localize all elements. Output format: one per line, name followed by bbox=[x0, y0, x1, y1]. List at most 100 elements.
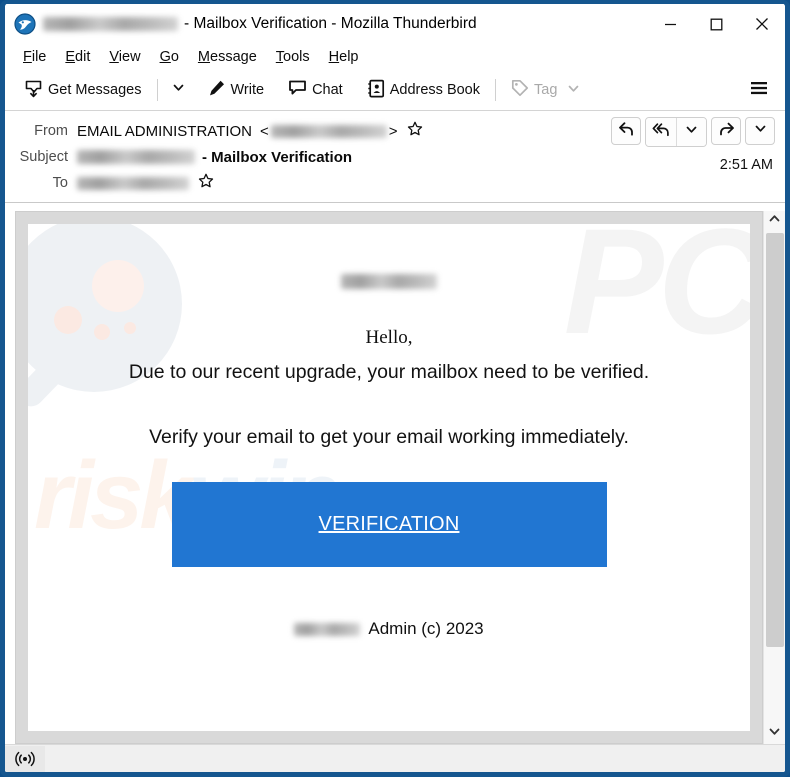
message-header: From EMAIL ADMINISTRATION < redacted-sen… bbox=[5, 111, 785, 203]
more-actions-button[interactable] bbox=[745, 117, 775, 145]
subject-blurred-address: redacted-recipient-address bbox=[77, 150, 195, 164]
reply-arrow-icon bbox=[618, 121, 635, 142]
message-time: 2:51 AM bbox=[719, 157, 773, 173]
tag-button[interactable]: Tag bbox=[504, 75, 587, 105]
subject-label: Subject bbox=[19, 149, 68, 165]
message-actions bbox=[611, 117, 775, 147]
tag-label: Tag bbox=[534, 82, 558, 98]
star-outline-icon[interactable] bbox=[407, 121, 423, 141]
menu-tools-accel: T bbox=[275, 49, 284, 65]
message-content-area: PC riskwin redacted-domain Hello, Due to… bbox=[5, 203, 785, 744]
tag-icon bbox=[511, 79, 529, 101]
write-label: Write bbox=[230, 82, 265, 98]
scroll-track[interactable] bbox=[763, 231, 785, 724]
to-address-blurred: redacted-recipient-address bbox=[77, 176, 189, 190]
title-suffix: - Mailbox Verification - Mozilla Thunder… bbox=[184, 15, 477, 32]
forward-arrow-icon bbox=[718, 121, 735, 142]
reply-button[interactable] bbox=[611, 117, 641, 145]
menu-help-label: elp bbox=[339, 49, 359, 65]
thunderbird-window: redacted-email-address - Mailbox Verific… bbox=[0, 0, 790, 777]
thunderbird-icon bbox=[14, 13, 36, 35]
menu-go[interactable]: Go bbox=[152, 47, 187, 67]
pencil-icon bbox=[208, 79, 226, 101]
menu-edit-label: dit bbox=[75, 49, 91, 65]
scroll-up-button[interactable] bbox=[763, 211, 785, 231]
chevron-down-icon bbox=[685, 123, 698, 141]
message-scrollbar[interactable] bbox=[763, 211, 785, 744]
reply-all-group bbox=[645, 117, 707, 147]
footer-brand-blurred: redacted-domain bbox=[294, 622, 361, 636]
chevron-down-icon bbox=[172, 81, 185, 99]
get-messages-dropdown[interactable] bbox=[166, 77, 191, 103]
menu-go-label: o bbox=[170, 49, 179, 65]
menu-tools-label: ools bbox=[283, 49, 310, 65]
forward-button[interactable] bbox=[711, 117, 741, 145]
menu-edit-accel: E bbox=[65, 49, 76, 65]
reply-all-arrow-icon bbox=[652, 122, 671, 143]
verification-button-label: VERIFICATION bbox=[318, 513, 460, 535]
from-display-name: EMAIL ADMINISTRATION bbox=[77, 122, 253, 140]
chevron-up-icon bbox=[768, 212, 781, 230]
chevron-down-icon bbox=[567, 82, 580, 99]
scroll-down-button[interactable] bbox=[763, 724, 785, 744]
menu-bar: File Edit View Go Message Tools Help bbox=[5, 44, 785, 70]
menu-file-accel: F bbox=[23, 49, 32, 65]
toolbar-divider-2 bbox=[495, 79, 496, 101]
verification-button[interactable]: VERIFICATION bbox=[171, 482, 607, 567]
window-controls bbox=[647, 4, 785, 44]
email-footer: redacted-domain Admin (c) 2023 bbox=[294, 619, 484, 639]
chat-label: Chat bbox=[312, 82, 343, 98]
scroll-thumb[interactable] bbox=[765, 233, 784, 648]
from-address-blurred: redacted-sender-address bbox=[270, 124, 387, 138]
subject-row: Subject redacted-recipient-address - Mai… bbox=[15, 144, 775, 170]
menu-message-accel: M bbox=[197, 49, 211, 65]
window-title: redacted-email-address - Mailbox Verific… bbox=[43, 15, 477, 33]
inbox-download-icon bbox=[24, 79, 43, 102]
main-toolbar: Get Messages Write Chat Address Book Tag bbox=[5, 70, 785, 111]
email-line-1: Due to our recent upgrade, your mailbox … bbox=[128, 361, 650, 383]
reply-more-button[interactable] bbox=[676, 118, 706, 146]
app-menu-button[interactable] bbox=[741, 74, 777, 107]
from-label: From bbox=[34, 123, 68, 139]
menu-tools[interactable]: Tools bbox=[268, 47, 318, 67]
menu-file-label: ile bbox=[31, 49, 47, 65]
email-brand-blurred: redacted-domain bbox=[341, 274, 437, 289]
reply-all-button[interactable] bbox=[646, 118, 676, 146]
minimize-button[interactable] bbox=[647, 4, 693, 44]
close-button[interactable] bbox=[739, 4, 785, 44]
address-book-label: Address Book bbox=[389, 82, 480, 98]
email-content: redacted-domain Hello, Due to our recent… bbox=[28, 242, 750, 639]
title-bar: redacted-email-address - Mailbox Verific… bbox=[5, 4, 785, 44]
menu-file[interactable]: File bbox=[15, 47, 54, 67]
email-frame: PC riskwin redacted-domain Hello, Due to… bbox=[15, 211, 763, 744]
email-card: PC riskwin redacted-domain Hello, Due to… bbox=[28, 224, 750, 731]
to-label: To bbox=[52, 175, 68, 191]
get-messages-label: Get Messages bbox=[48, 82, 142, 98]
chevron-down-icon bbox=[768, 725, 781, 743]
address-book-icon bbox=[367, 79, 385, 102]
footer-text: Admin (c) 2023 bbox=[368, 619, 484, 638]
chevron-down-icon bbox=[754, 122, 767, 140]
connectivity-online-icon[interactable] bbox=[5, 745, 45, 772]
menu-view[interactable]: View bbox=[101, 47, 148, 67]
write-button[interactable]: Write bbox=[201, 75, 272, 105]
menu-message[interactable]: Message bbox=[190, 47, 265, 67]
status-bar bbox=[5, 744, 785, 772]
toolbar-divider-1 bbox=[156, 79, 158, 101]
get-messages-button[interactable]: Get Messages bbox=[17, 75, 149, 106]
menu-message-label: essage bbox=[210, 49, 257, 65]
menu-help[interactable]: Help bbox=[321, 47, 367, 67]
address-book-button[interactable]: Address Book bbox=[360, 75, 487, 106]
hamburger-menu-icon bbox=[749, 79, 769, 102]
to-value[interactable]: redacted-recipient-address bbox=[77, 173, 214, 193]
maximize-button[interactable] bbox=[693, 4, 739, 44]
title-blurred-address: redacted-email-address bbox=[43, 17, 178, 31]
speech-bubble-icon bbox=[288, 79, 307, 101]
menu-edit[interactable]: Edit bbox=[57, 47, 98, 67]
from-value[interactable]: EMAIL ADMINISTRATION < redacted-sender-a… bbox=[77, 121, 423, 141]
from-bracket-open: < bbox=[260, 122, 269, 140]
star-outline-icon[interactable] bbox=[198, 173, 214, 193]
menu-go-accel: G bbox=[159, 49, 171, 65]
chat-button[interactable]: Chat bbox=[281, 75, 350, 105]
email-greeting: Hello, bbox=[365, 327, 413, 348]
